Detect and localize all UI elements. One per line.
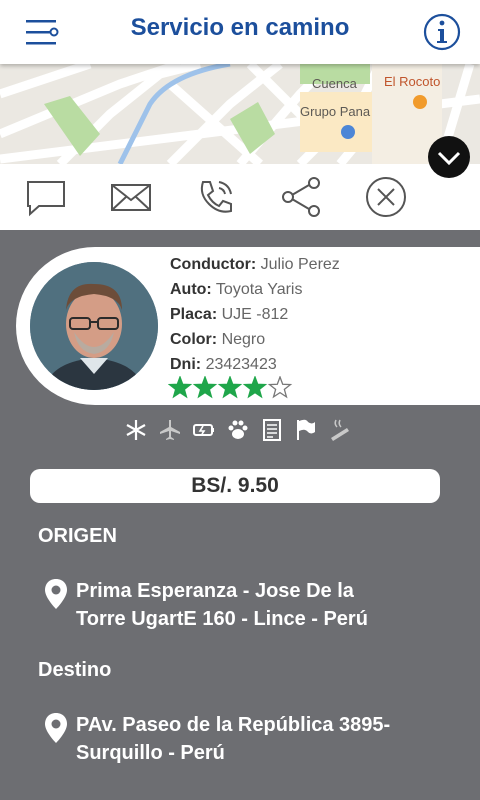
origin-address-line: Torre UgartE 160 - Lince - Perú: [76, 608, 368, 630]
color-value: Negro: [221, 331, 266, 348]
chevron-down-icon: [437, 151, 461, 166]
smoking-icon: [331, 419, 349, 441]
phone-ringing-icon[interactable]: [193, 174, 239, 220]
color-row: Color: Negro: [170, 327, 340, 352]
destination-label: Destino: [38, 659, 112, 681]
color-label: Color:: [170, 331, 218, 348]
origin-address: Prima Esperanza - Jose De la Torre Ugart…: [76, 577, 456, 633]
star-filled-icon: [192, 376, 218, 399]
destination-address-line: PAv. Paseo de la República 3895-: [76, 714, 391, 736]
map-label: Cuenca: [312, 76, 357, 91]
origin-label: ORIGEN: [38, 525, 117, 547]
envelope-icon[interactable]: [108, 174, 154, 220]
paw-icon: [228, 420, 248, 439]
close-circle-icon[interactable]: [363, 174, 409, 220]
star-empty-icon: [267, 376, 293, 399]
location-pin-icon: [45, 713, 67, 743]
dni-value: 23423423: [205, 356, 277, 373]
collapse-button[interactable]: [428, 136, 470, 178]
page-title: Servicio en camino: [130, 14, 350, 41]
auto-label: Auto:: [170, 281, 212, 298]
price-display: BS/. 9.50: [30, 469, 440, 503]
dni-label: Dni:: [170, 356, 202, 373]
flag-icon: [297, 419, 315, 440]
auto-row: Auto: Toyota Yaris: [170, 277, 340, 302]
chat-bubble-icon[interactable]: [23, 174, 69, 220]
info-icon[interactable]: [422, 12, 462, 52]
conductor-label: Conductor:: [170, 256, 257, 273]
conductor-row: Conductor: Julio Perez: [170, 252, 340, 277]
map-view[interactable]: Cuenca El Rocoto Grupo Pana: [0, 64, 480, 164]
location-pin-icon: [45, 579, 67, 609]
map-label: El Rocoto: [384, 74, 441, 89]
auto-value: Toyota Yaris: [215, 281, 303, 298]
dni-row: Dni: 23423423: [170, 352, 340, 377]
placa-value: UJE -812: [221, 306, 289, 323]
placa-row: Placa: UJE -812: [170, 302, 340, 327]
receipt-icon: [263, 419, 281, 441]
conductor-value: Julio Perez: [260, 256, 340, 273]
destination-address: PAv. Paseo de la República 3895- Surquil…: [76, 711, 456, 767]
star-filled-icon: [217, 376, 243, 399]
app-header: Servicio en camino: [0, 0, 480, 64]
airplane-icon: [160, 420, 180, 440]
rating-stars: [168, 376, 293, 399]
placa-label: Placa:: [170, 306, 218, 323]
star-filled-icon: [168, 376, 193, 399]
driver-avatar: [30, 262, 158, 390]
destination-address-line: Surquillo - Perú: [76, 742, 225, 764]
snowflake-icon: [126, 420, 146, 440]
action-bar: [0, 164, 480, 230]
share-icon[interactable]: [278, 174, 324, 220]
battery-icon: [193, 424, 214, 436]
origin-address-line: Prima Esperanza - Jose De la: [76, 580, 354, 602]
map-label: Grupo Pana: [300, 104, 371, 119]
star-filled-icon: [242, 376, 268, 399]
driver-info: Conductor: Julio Perez Auto: Toyota Yari…: [170, 252, 340, 377]
